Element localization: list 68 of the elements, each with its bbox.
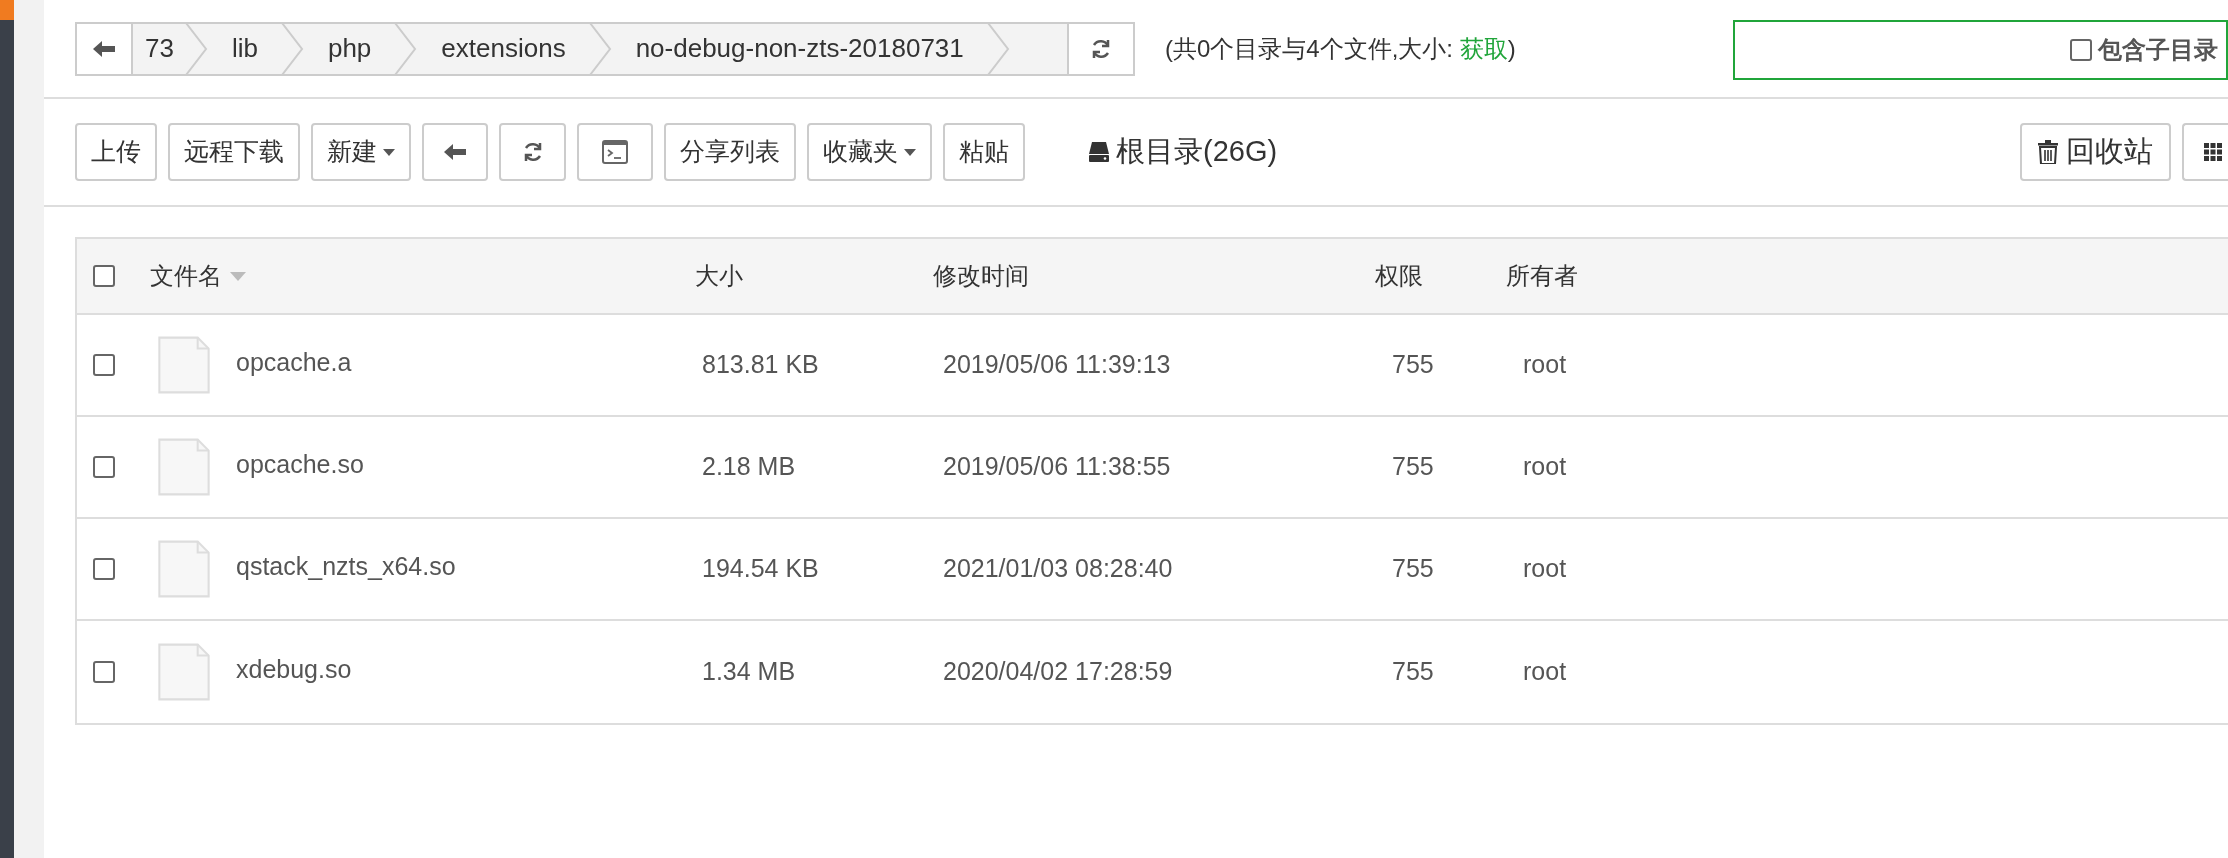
terminal-button[interactable] bbox=[577, 123, 653, 181]
checkbox[interactable] bbox=[92, 354, 115, 376]
refresh-button[interactable] bbox=[499, 123, 566, 181]
disk-icon bbox=[1088, 141, 1110, 163]
toolbar-button[interactable]: 粘贴 bbox=[943, 123, 1025, 181]
back-button[interactable] bbox=[77, 23, 133, 74]
toolbar-button[interactable]: 远程下载 bbox=[168, 123, 300, 181]
table-cell[interactable]: opcache.so bbox=[236, 446, 364, 484]
dropdown-button[interactable]: 收藏夹 bbox=[807, 123, 932, 181]
refresh-button[interactable] bbox=[1067, 23, 1133, 74]
table-cell-text: 2020/04/02 17:28:59 bbox=[943, 656, 1173, 688]
summary-text-end: ) bbox=[1507, 33, 1516, 64]
back-arrow-icon bbox=[444, 143, 466, 161]
terminal-icon bbox=[602, 140, 628, 164]
breadcrumb-item[interactable]: lib bbox=[209, 29, 280, 68]
checkbox[interactable] bbox=[2070, 38, 2092, 61]
column-header[interactable]: 修改时间 bbox=[933, 258, 1029, 294]
table-cell-text: root bbox=[1523, 553, 1567, 585]
table-cell[interactable]: opcache.a bbox=[236, 344, 352, 382]
caret-icon bbox=[904, 148, 916, 156]
table-cell-text: root bbox=[1523, 349, 1567, 381]
recycle-bin-button[interactable]: 回收站 bbox=[2020, 123, 2171, 181]
caret-icon bbox=[383, 148, 395, 156]
breadcrumb-item[interactable]: no-debug-non-zts-20180731 bbox=[613, 29, 986, 68]
column-header[interactable]: 大小 bbox=[695, 258, 743, 294]
include-subdirs-label: 包含子目录 bbox=[2098, 34, 2218, 65]
table-cell-text: 755 bbox=[1392, 553, 1434, 585]
column-header[interactable]: 权限 bbox=[1375, 258, 1423, 294]
table-cell-text: 813.81 KB bbox=[702, 349, 819, 381]
table-cell-text: root bbox=[1523, 451, 1567, 483]
table-cell-text: 1.34 MB bbox=[702, 656, 796, 688]
toolbar-button[interactable]: 分享列表 bbox=[664, 123, 796, 181]
table-cell-text: 2021/01/03 08:28:40 bbox=[943, 553, 1173, 585]
column-header[interactable]: 文件名 bbox=[150, 258, 222, 294]
trash-icon bbox=[2038, 140, 2058, 164]
checkbox[interactable] bbox=[92, 558, 115, 580]
grid-icon bbox=[2204, 143, 2222, 161]
breadcrumb-item[interactable]: php bbox=[305, 29, 394, 68]
table-cell-text: 2.18 MB bbox=[702, 451, 796, 483]
sort-caret-icon bbox=[230, 271, 246, 281]
disk-label[interactable]: 根目录(26G) bbox=[1116, 130, 1278, 174]
checkbox[interactable] bbox=[92, 456, 115, 478]
breadcrumb-item[interactable]: 73 bbox=[133, 29, 184, 68]
table-cell-text: root bbox=[1523, 656, 1567, 688]
file-icon bbox=[158, 539, 210, 599]
table-cell-text: 2019/05/06 11:39:13 bbox=[943, 349, 1171, 381]
checkbox[interactable] bbox=[92, 661, 115, 683]
table-cell[interactable]: xdebug.so bbox=[236, 651, 352, 689]
file-icon bbox=[158, 335, 210, 395]
table-cell[interactable]: qstack_nzts_x64.so bbox=[236, 548, 456, 586]
back-button[interactable] bbox=[422, 123, 488, 181]
breadcrumb-item[interactable]: extensions bbox=[419, 29, 588, 68]
table-cell-text: 755 bbox=[1392, 656, 1434, 688]
checkbox[interactable] bbox=[92, 265, 115, 287]
grid-view-button[interactable] bbox=[2182, 123, 2228, 181]
table-cell-text: 2019/05/06 11:38:55 bbox=[943, 451, 1171, 483]
back-arrow-icon bbox=[93, 39, 115, 58]
search-field[interactable]: 包含子目录 bbox=[1733, 19, 2228, 80]
table-cell-text: 755 bbox=[1392, 349, 1434, 381]
table-cell-text: 755 bbox=[1392, 451, 1434, 483]
toolbar-button[interactable]: 上传 bbox=[75, 123, 157, 181]
refresh-icon bbox=[1090, 37, 1112, 60]
column-header[interactable]: 所有者 bbox=[1506, 258, 1578, 294]
summary-text: (共0个目录与4个文件,大小: bbox=[1165, 33, 1455, 64]
table-cell-text: 194.54 KB bbox=[702, 553, 819, 585]
file-icon bbox=[158, 642, 210, 702]
file-icon bbox=[158, 437, 210, 497]
dropdown-button[interactable]: 新建 bbox=[311, 123, 411, 181]
